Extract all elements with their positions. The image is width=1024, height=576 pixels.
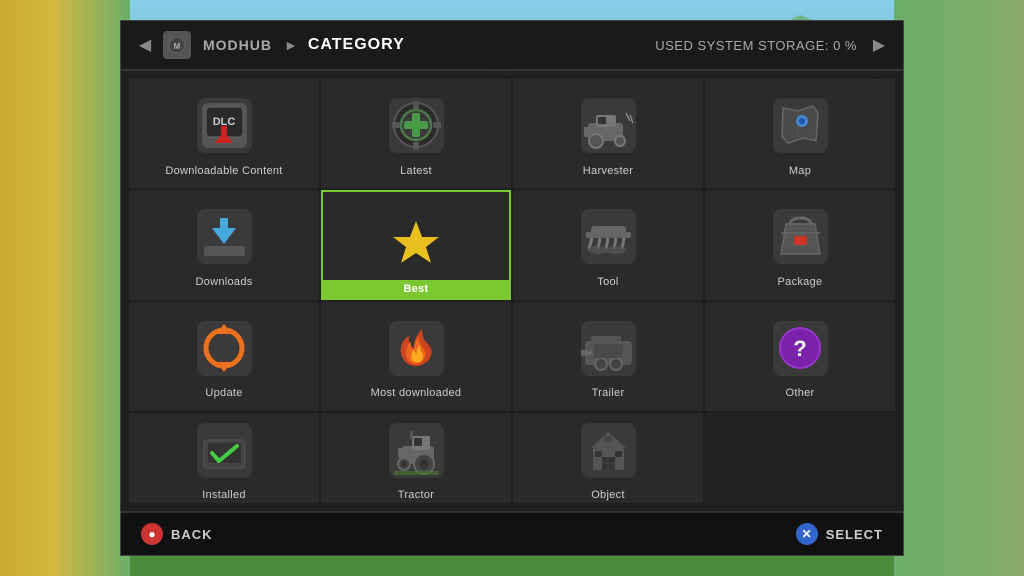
tool-icon: [573, 202, 643, 272]
grid-item-other[interactable]: ? Other: [705, 302, 895, 411]
grid-item-most-downloaded[interactable]: Most downloaded: [321, 302, 511, 411]
tool-label: Tool: [597, 276, 618, 288]
select-button[interactable]: ✕ SELECT: [796, 523, 883, 545]
tractor-label: Tractor: [398, 489, 435, 501]
installed-icon: [189, 415, 259, 485]
category-label: CATEGORY: [308, 36, 405, 54]
map-icon: [765, 91, 835, 161]
best-label: Best: [323, 280, 509, 298]
header: ◀ M MODHUB ► CATEGORY USED SYSTEM STORAG…: [121, 21, 903, 71]
main-panel: ◀ M MODHUB ► CATEGORY USED SYSTEM STORAG…: [120, 20, 904, 556]
grid-item-package[interactable]: Package: [705, 190, 895, 299]
downloads-icon: [189, 202, 259, 272]
dlc-icon: DLC: [189, 91, 259, 161]
back-circle-icon: ●: [141, 523, 163, 545]
grid-item-installed[interactable]: Installed: [129, 413, 319, 503]
tractor-icon: [381, 415, 451, 485]
grid-item-object[interactable]: Object: [513, 413, 703, 503]
update-icon: [189, 313, 259, 383]
update-label: Update: [205, 387, 242, 399]
back-label: BACK: [171, 527, 213, 542]
object-icon: [573, 415, 643, 485]
grid-item-best[interactable]: Best: [321, 190, 511, 299]
svg-text:?: ?: [793, 336, 806, 361]
other-label: Other: [785, 387, 814, 399]
back-button[interactable]: ● BACK: [141, 523, 213, 545]
most-downloaded-label: Most downloaded: [371, 387, 462, 399]
downloadable-content-label: Downloadable Content: [165, 165, 282, 177]
background-left: [0, 0, 130, 576]
harvester-label: Harvester: [583, 165, 633, 177]
best-icon: [381, 208, 451, 278]
svg-text:M: M: [174, 42, 181, 51]
package-icon: [765, 202, 835, 272]
select-circle-icon: ✕: [796, 523, 818, 545]
grid-item-harvester[interactable]: Harvester: [513, 79, 703, 188]
map-label: Map: [789, 165, 811, 177]
other-icon: ?: [765, 313, 835, 383]
package-label: Package: [778, 276, 823, 288]
footer: ● BACK ✕ SELECT: [121, 511, 903, 555]
grid-item-tool[interactable]: Tool: [513, 190, 703, 299]
modhub-icon: M: [163, 31, 191, 59]
grid-item-update[interactable]: Update: [129, 302, 319, 411]
breadcrumb-arrow: ►: [284, 37, 298, 53]
grid-item-trailer[interactable]: Trailer: [513, 302, 703, 411]
select-label: SELECT: [826, 527, 883, 542]
object-label: Object: [591, 489, 625, 501]
grid-item-downloads[interactable]: Downloads: [129, 190, 319, 299]
grid-item-latest[interactable]: Latest: [321, 79, 511, 188]
latest-icon: [381, 91, 451, 161]
latest-label: Latest: [400, 165, 432, 177]
downloads-label: Downloads: [195, 276, 252, 288]
storage-label: USED SYSTEM STORAGE: 0 %: [655, 38, 857, 53]
category-grid: DLC Downloadable Content: [121, 71, 903, 511]
nav-back-arrow[interactable]: ◀: [131, 31, 159, 59]
grid-item-map[interactable]: Map: [705, 79, 895, 188]
nav-left: ◀ M MODHUB ► CATEGORY: [131, 31, 405, 59]
background-right: [894, 0, 1024, 576]
installed-label: Installed: [202, 489, 246, 501]
harvester-icon: [573, 91, 643, 161]
modhub-label: MODHUB: [203, 37, 272, 53]
grid-item-downloadable-content[interactable]: DLC Downloadable Content: [129, 79, 319, 188]
grid-item-tractor[interactable]: Tractor: [321, 413, 511, 503]
grid-item-empty: [705, 413, 895, 503]
most-downloaded-icon: [381, 313, 451, 383]
nav-right-arrow[interactable]: ▶: [865, 31, 893, 59]
trailer-icon: [573, 313, 643, 383]
trailer-label: Trailer: [592, 387, 625, 399]
